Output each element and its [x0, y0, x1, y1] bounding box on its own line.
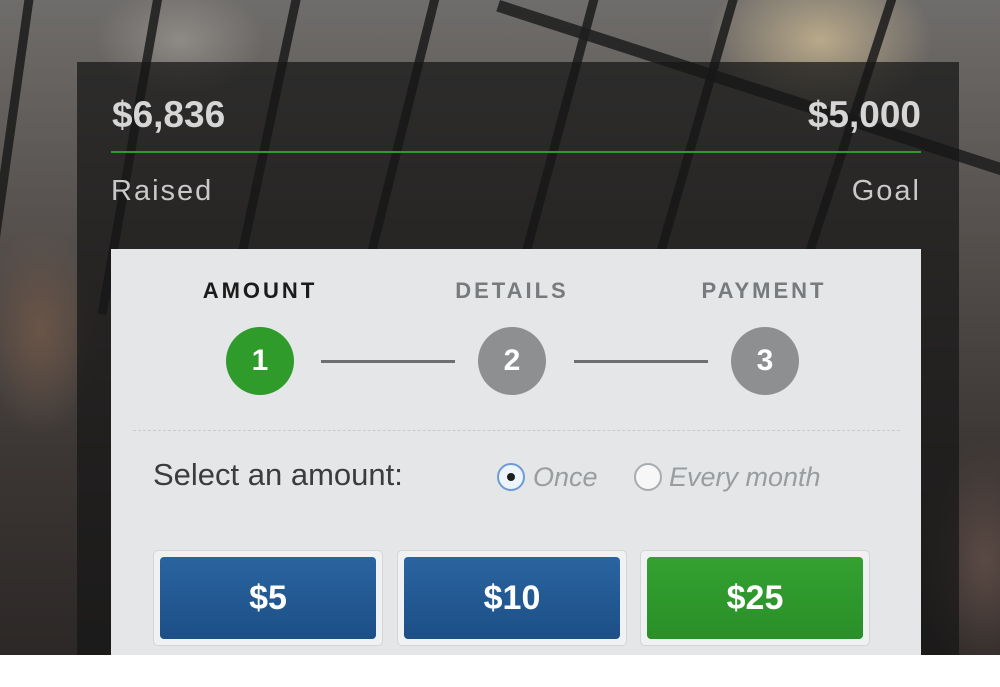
amount-option-frame: $10	[397, 550, 627, 646]
form-divider	[133, 430, 900, 431]
amount-10-button[interactable]: $10	[404, 557, 620, 639]
frequency-monthly-label[interactable]: Every month	[669, 462, 821, 493]
amount-25-button[interactable]: $25	[647, 557, 863, 639]
background-railing-bar	[0, 0, 39, 318]
step-label-amount: AMOUNT	[202, 278, 318, 303]
goal-amount: $5,000	[807, 94, 921, 135]
raised-amount: $6,836	[112, 94, 226, 135]
step-connector	[574, 360, 708, 363]
progress-bar	[111, 151, 921, 153]
goal-label: Goal	[851, 175, 921, 207]
step-label-details: DETAILS	[455, 278, 569, 303]
step-indicator-2[interactable]: 2	[478, 327, 546, 395]
step-indicator-3[interactable]: 3	[731, 327, 799, 395]
step-indicator-1[interactable]: 1	[226, 327, 294, 395]
amount-5-button[interactable]: $5	[160, 557, 376, 639]
progress-bar-fill	[111, 151, 921, 153]
raised-label: Raised	[111, 175, 214, 207]
amount-option-frame: $5	[153, 550, 383, 646]
step-connector	[321, 360, 455, 363]
step-label-payment: PAYMENT	[701, 278, 827, 303]
frequency-once-label[interactable]: Once	[533, 462, 598, 493]
frequency-once-radio[interactable]	[497, 463, 525, 491]
select-amount-label: Select an amount:	[153, 457, 403, 492]
frequency-monthly-radio[interactable]	[634, 463, 662, 491]
amount-option-frame: $25	[640, 550, 870, 646]
radio-selected-dot	[507, 473, 515, 481]
